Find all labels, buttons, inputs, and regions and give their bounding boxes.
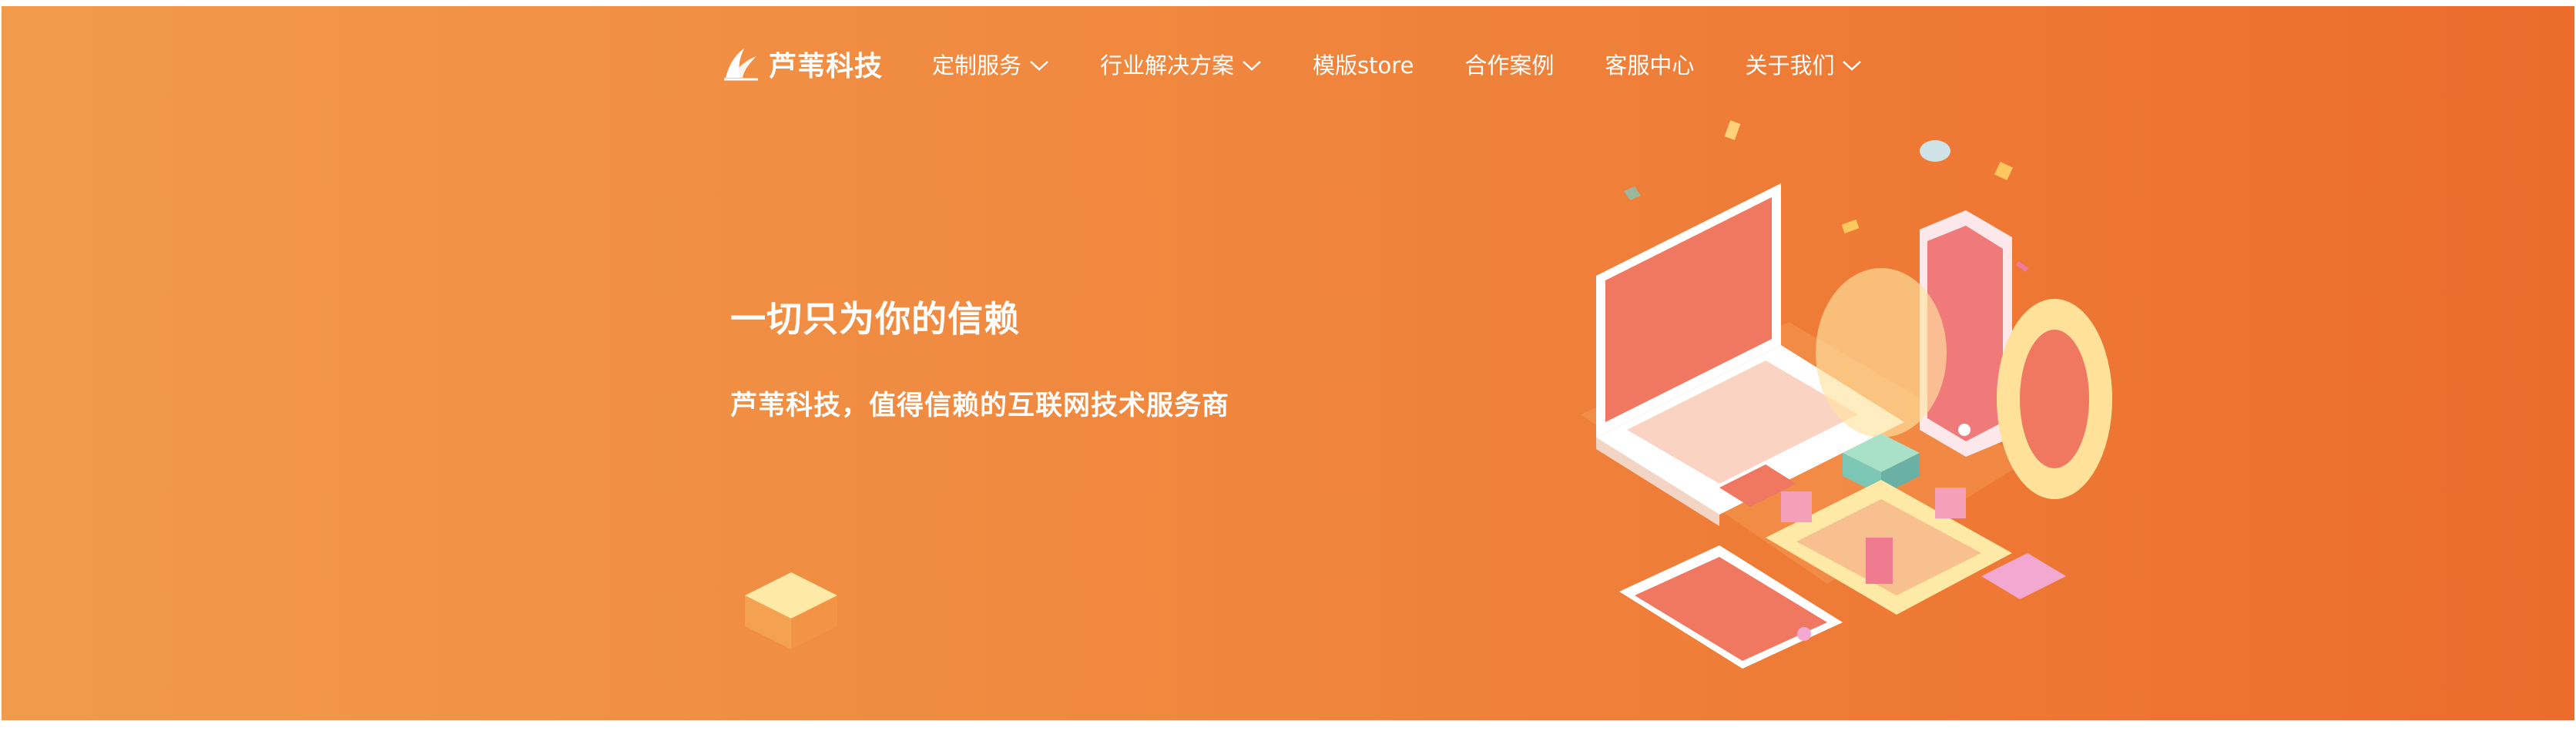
chip-platform-icon <box>1766 480 2012 615</box>
cloud-icon <box>1920 140 1950 162</box>
brand-logo[interactable]: 芦苇科技 <box>721 44 883 84</box>
nav-item-label: 合作案例 <box>1464 52 1555 79</box>
nav-item-label: 模版store <box>1313 52 1414 79</box>
nav-item-template-store[interactable]: 模版store <box>1313 48 1414 80</box>
top-navigation: 芦苇科技 定制服务 行业解决方案 模版store 合作案例 客服中心 关于我们 <box>721 40 1913 88</box>
chevron-down-icon <box>1843 61 1862 71</box>
floating-shape-icon <box>2015 260 2029 273</box>
brand-name: 芦苇科技 <box>769 51 884 82</box>
reed-leaf-logo-icon <box>724 49 758 81</box>
chevron-down-icon <box>1030 61 1048 71</box>
decorative-cube-icon <box>745 572 837 649</box>
nav-item-label: 行业解决方案 <box>1100 52 1235 79</box>
floating-shape-icon <box>1624 186 1641 200</box>
hero-banner: 芦苇科技 定制服务 行业解决方案 模版store 合作案例 客服中心 关于我们 … <box>2 6 2574 720</box>
nav-item-label: 关于我们 <box>1745 52 1835 79</box>
hero-headline: 一切只为你的信赖 <box>730 298 1020 340</box>
floating-shape-icon <box>1841 219 1860 234</box>
floating-shape-icon <box>1724 120 1741 140</box>
nav-item-custom-service[interactable]: 定制服务 <box>932 48 1049 80</box>
nav-item-cases[interactable]: 合作案例 <box>1464 48 1554 80</box>
chevron-down-icon <box>1243 61 1261 71</box>
hero-subline: 芦苇科技，值得信赖的互联网技术服务商 <box>730 391 1230 421</box>
nav-item-label: 客服中心 <box>1605 52 1695 79</box>
isometric-tech-illustration <box>1581 120 2112 669</box>
nav-item-label: 定制服务 <box>932 52 1022 79</box>
gear-icon <box>1997 299 2112 499</box>
nav-item-about-us[interactable]: 关于我们 <box>1745 48 1862 80</box>
nav-item-service-center[interactable]: 客服中心 <box>1605 48 1694 80</box>
floating-shape-icon <box>1994 162 2013 180</box>
nav-item-industry-solutions[interactable]: 行业解决方案 <box>1100 48 1262 80</box>
